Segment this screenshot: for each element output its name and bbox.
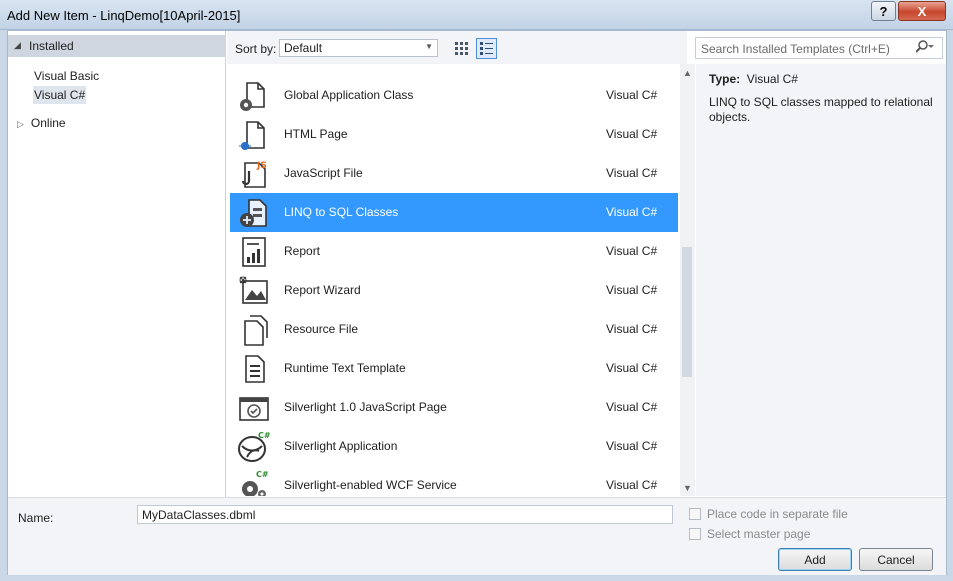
master-page-checkbox[interactable]: Select master page xyxy=(689,527,810,541)
scroll-down-arrow-icon[interactable]: ▼ xyxy=(683,483,692,493)
template-language: Visual C# xyxy=(606,322,658,336)
collapsed-triangle-icon[interactable]: ▷ xyxy=(17,119,24,129)
template-language: Visual C# xyxy=(606,439,658,453)
template-description: LINQ to SQL classes mapped to relational… xyxy=(709,95,933,124)
template-language: Visual C# xyxy=(606,478,658,492)
svg-text:JS: JS xyxy=(256,161,267,171)
text-template-icon xyxy=(237,352,271,386)
search-templates-input[interactable]: Search Installed Templates (Ctrl+E) xyxy=(695,37,943,59)
template-row[interactable]: C# Silverlight Application Visual C# xyxy=(230,427,678,466)
template-name: LINQ to SQL Classes xyxy=(284,205,399,219)
html-page-icon xyxy=(237,118,271,152)
template-name: Silverlight 1.0 JavaScript Page xyxy=(284,400,447,414)
search-icon[interactable] xyxy=(915,40,934,57)
resource-file-icon xyxy=(237,313,271,347)
expanded-triangle-icon[interactable]: ◢ xyxy=(14,40,21,51)
template-list-scrollbar[interactable]: ▲ ▼ xyxy=(680,64,695,496)
dropdown-arrow-icon: ▼ xyxy=(425,42,433,51)
template-name: Silverlight Application xyxy=(284,439,398,453)
name-area: Name: MyDataClasses.dbml Place code in s… xyxy=(8,497,946,575)
details-pane: Type: Visual C# LINQ to SQL classes mapp… xyxy=(696,64,946,496)
template-name: Silverlight-enabled WCF Service xyxy=(284,478,457,492)
template-name: Runtime Text Template xyxy=(284,361,406,375)
title-bar: Add New Item - LinqDemo[10April-2015] ? … xyxy=(0,0,953,30)
list-view-icon xyxy=(480,42,493,55)
name-label: Name: xyxy=(18,511,54,525)
template-list: Global Application Class Visual C# HTML Pa… xyxy=(230,64,678,496)
template-language: Visual C# xyxy=(606,205,658,219)
close-icon: X xyxy=(917,3,927,19)
small-icons-view-button[interactable] xyxy=(451,38,472,59)
dialog-body: ◢ Installed Visual Basic Visual C# ▷ Onli… xyxy=(7,30,947,575)
tree-item-visual-basic[interactable]: Visual Basic xyxy=(33,67,100,85)
category-tree: ◢ Installed Visual Basic Visual C# ▷ Onli… xyxy=(8,31,226,497)
template-row[interactable]: HTML Page Visual C# xyxy=(230,115,678,154)
template-name: HTML Page xyxy=(284,127,348,141)
template-name: JavaScript File xyxy=(284,166,363,180)
list-view-button[interactable] xyxy=(476,38,497,59)
report-icon xyxy=(237,235,271,269)
help-button[interactable]: ? xyxy=(871,1,896,21)
javascript-icon: JS xyxy=(237,157,271,191)
template-language: Visual C# xyxy=(606,244,658,258)
grid-view-icon xyxy=(455,42,468,55)
place-code-checkbox[interactable]: Place code in separate file xyxy=(689,507,848,521)
svg-text:C#: C# xyxy=(258,431,271,440)
global-app-icon xyxy=(237,79,271,113)
template-row[interactable]: JS JavaScript File Visual C# xyxy=(230,154,678,193)
name-field[interactable]: MyDataClasses.dbml xyxy=(137,505,673,524)
template-language: Visual C# xyxy=(606,283,658,297)
scroll-up-arrow-icon[interactable]: ▲ xyxy=(683,68,692,78)
template-name: Global Application Class xyxy=(284,88,414,102)
tree-node-installed[interactable]: ◢ Installed xyxy=(8,35,226,57)
scrollbar-thumb[interactable] xyxy=(682,247,692,377)
silverlight-app-icon: C# xyxy=(237,430,271,464)
template-row[interactable]: Global Application Class Visual C# xyxy=(230,76,678,115)
tree-item-visual-csharp[interactable]: Visual C# xyxy=(33,86,87,104)
template-row[interactable]: Resource File Visual C# xyxy=(230,310,678,349)
close-button[interactable]: X xyxy=(898,1,946,21)
template-row[interactable]: LINQ to SQL Classes Visual C# xyxy=(230,193,678,232)
template-name: Report Wizard xyxy=(284,283,361,297)
template-language: Visual C# xyxy=(606,88,658,102)
template-row[interactable]: Silverlight 1.0 JavaScript Page Visual C# xyxy=(230,388,678,427)
report-wizard-icon xyxy=(237,274,271,308)
svg-text:C#: C# xyxy=(256,470,269,479)
silverlight-page-icon xyxy=(237,391,271,425)
template-name: Resource File xyxy=(284,322,359,336)
template-row[interactable]: C# Silverlight-enabled WCF Service Visual … xyxy=(230,466,678,496)
wcf-service-icon: C# xyxy=(237,469,271,496)
template-language: Visual C# xyxy=(606,400,658,414)
linq-sql-icon xyxy=(237,196,271,230)
tree-node-online[interactable]: ▷ Online xyxy=(17,116,66,130)
template-row[interactable]: Runtime Text Template Visual C# xyxy=(230,349,678,388)
add-button[interactable]: Add xyxy=(778,548,852,571)
template-name: Report xyxy=(284,244,321,258)
template-row[interactable]: Report Wizard Visual C# xyxy=(230,271,678,310)
template-type: Type: Visual C# xyxy=(709,72,798,86)
sort-dropdown[interactable]: Default ▼ xyxy=(279,39,438,57)
cancel-button[interactable]: Cancel xyxy=(859,548,933,571)
template-language: Visual C# xyxy=(606,127,658,141)
sort-label: Sort by: xyxy=(235,42,277,56)
template-language: Visual C# xyxy=(606,166,658,180)
template-row[interactable]: Report Visual C# xyxy=(230,232,678,271)
template-language: Visual C# xyxy=(606,361,658,375)
window-title: Add New Item - LinqDemo[10April-2015] xyxy=(7,8,241,23)
sort-toolbar: Sort by: Default ▼ xyxy=(227,31,687,64)
